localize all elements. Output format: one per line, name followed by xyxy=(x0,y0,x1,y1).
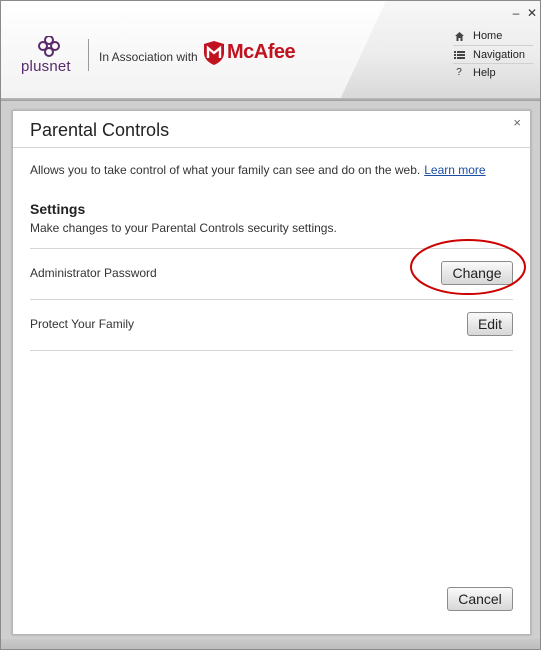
help-icon: ? xyxy=(456,67,462,78)
mcafee-brand-text: McAfee xyxy=(227,41,296,63)
home-icon xyxy=(453,30,465,42)
nav-navigation-link[interactable]: Navigation xyxy=(453,45,533,63)
mcafee-shield-icon xyxy=(204,41,224,65)
header-nav: Home Navigation ? Help xyxy=(453,27,533,81)
minimize-button[interactable]: – xyxy=(509,7,523,19)
cancel-button[interactable]: Cancel xyxy=(447,587,513,611)
change-password-button[interactable]: Change xyxy=(441,261,513,285)
association-text: In Association with xyxy=(99,50,198,64)
settings-description: Make changes to your Parental Controls s… xyxy=(30,221,337,235)
dialog-title: Parental Controls xyxy=(30,120,170,140)
window-close-button[interactable]: ✕ xyxy=(525,7,539,19)
nav-help-label: Help xyxy=(473,66,496,79)
rows-divider xyxy=(30,350,513,351)
plusnet-brand-text: plusnet xyxy=(21,58,71,75)
intro-text: Allows you to take control of what your … xyxy=(30,163,486,177)
settings-heading: Settings xyxy=(30,201,86,217)
header-divider xyxy=(1,98,540,101)
intro-description: Allows you to take control of what your … xyxy=(30,163,421,177)
protect-family-label: Protect Your Family xyxy=(30,317,135,331)
list-icon xyxy=(453,49,465,61)
window-footer xyxy=(1,639,540,649)
edit-family-button[interactable]: Edit xyxy=(467,312,513,336)
admin-password-label: Administrator Password xyxy=(30,266,157,280)
admin-password-row: Administrator Password Change xyxy=(30,248,513,299)
app-window: – ✕ plusnet In Association with McAfee H… xyxy=(0,0,541,650)
nav-home-link[interactable]: Home xyxy=(453,27,533,45)
logo-divider xyxy=(88,39,89,71)
protect-family-row: Protect Your Family Edit xyxy=(30,299,513,350)
nav-home-label: Home xyxy=(473,30,503,42)
dialog-close-button[interactable]: × xyxy=(513,115,521,130)
learn-more-link[interactable]: Learn more xyxy=(424,163,485,177)
nav-help-link[interactable]: ? Help xyxy=(453,63,533,81)
title-divider xyxy=(13,147,530,148)
parental-controls-dialog: × Parental Controls Allows you to take c… xyxy=(12,110,531,635)
nav-navigation-label: Navigation xyxy=(473,48,525,61)
header-banner: – ✕ plusnet In Association with McAfee H… xyxy=(1,1,540,101)
